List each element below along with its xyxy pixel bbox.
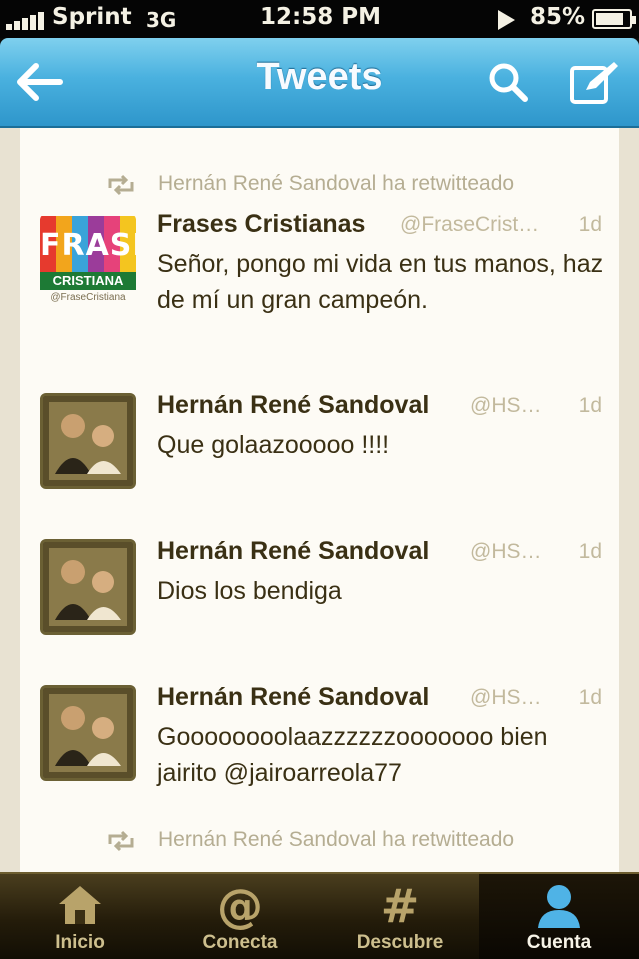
page-title: Tweets: [256, 56, 383, 98]
tweet-author[interactable]: Hernán René Sandoval: [157, 537, 429, 566]
tweet-text: Que golaazooooo !!!!: [157, 431, 390, 459]
tab-label: Descubre: [356, 932, 444, 953]
profile-photo-icon: [43, 688, 133, 778]
tweet-text: Goooooooolaazzzzzzooooooo bien jairito @…: [157, 723, 548, 787]
avatar[interactable]: FRASE CRISTIANA @FraseCristiana: [40, 214, 136, 310]
tweet-header: Hernán René Sandoval @HS… 1d: [157, 391, 602, 423]
carrier-name: Sprint: [52, 4, 132, 30]
tweet-author[interactable]: Hernán René Sandoval: [157, 391, 429, 420]
status-time: 12:58 PM: [260, 4, 381, 30]
tweet-text: Señor, pongo mi vida en tus manos, haz d…: [157, 250, 604, 314]
tab-cuenta[interactable]: Cuenta: [479, 874, 639, 959]
profile-photo-icon: [43, 396, 133, 486]
tab-conecta[interactable]: @ Conecta: [160, 874, 320, 959]
tweet-timeline[interactable]: Hernán René Sandoval ha retwitteado FRAS…: [0, 128, 639, 872]
tweet-time: 1d: [578, 686, 602, 709]
tweet-item[interactable]: Hernán René Sandoval @HS… 1d Que golaazo…: [20, 391, 619, 501]
battery-percentage: 85%: [530, 4, 586, 30]
tweet-author[interactable]: Hernán René Sandoval: [157, 683, 429, 712]
tab-label: Cuenta: [526, 932, 592, 953]
person-icon: [538, 885, 580, 928]
avatar[interactable]: [40, 393, 136, 489]
search-icon[interactable]: [486, 60, 530, 104]
tweet-handle: @HS…: [470, 686, 542, 709]
tweet-author[interactable]: Frases Cristianas: [157, 210, 365, 239]
tweet-item[interactable]: Hernán René Sandoval @HS… 1d Goooooooola…: [20, 683, 619, 813]
avatar[interactable]: [40, 539, 136, 635]
avatar[interactable]: [40, 685, 136, 781]
profile-photo-icon: [43, 542, 133, 632]
tweet-header: Hernán René Sandoval @HS… 1d: [157, 683, 602, 715]
retweet-banner-text: Hernán René Sandoval ha retwitteado: [158, 172, 515, 195]
compose-icon[interactable]: [568, 58, 620, 106]
retweet-banner-text: Hernán René Sandoval ha retwitteado: [158, 828, 515, 851]
retweet-icon: [108, 830, 134, 852]
battery-icon: [592, 9, 636, 29]
tweet-item[interactable]: Hernán René Sandoval @HS… 1d Dios los be…: [20, 537, 619, 647]
tweet-handle: @HS…: [470, 394, 542, 417]
play-icon: [498, 10, 515, 30]
logo-text: FRASE: [40, 228, 136, 263]
tweet-handle: @FraseCrist…: [400, 213, 540, 236]
logo-handle: @FraseCristiana: [50, 292, 126, 303]
tab-bar: Inicio @ Conecta # Descubre Cuenta: [0, 872, 639, 959]
tab-label: Inicio: [55, 932, 105, 953]
tab-inicio[interactable]: Inicio: [0, 874, 160, 959]
frase-cristiana-logo: FRASE CRISTIANA: [40, 216, 136, 290]
tweet-handle: @HS…: [470, 540, 542, 563]
home-icon: [59, 886, 101, 924]
tweet-time: 1d: [578, 540, 602, 563]
status-bar: Sprint 3G 12:58 PM 85%: [0, 0, 639, 38]
navigation-bar: Tweets: [0, 38, 639, 128]
retweet-icon: [108, 174, 134, 196]
tweet-text: Dios los bendiga: [157, 577, 342, 605]
at-icon: @: [217, 879, 263, 933]
hash-icon: #: [380, 879, 420, 933]
tab-label: Conecta: [202, 932, 278, 953]
tweet-item[interactable]: FRASE CRISTIANA @FraseCristiana Frases C…: [20, 210, 619, 360]
tweet-header: Hernán René Sandoval @HS… 1d: [157, 537, 602, 569]
logo-subtext: CRISTIANA: [40, 272, 136, 290]
tab-descubre[interactable]: # Descubre: [320, 874, 480, 959]
tweet-header: Frases Cristianas @FraseCrist… 1d: [157, 210, 602, 242]
tweet-time: 1d: [578, 213, 602, 236]
signal-strength-icon: [6, 12, 44, 30]
tweet-time: 1d: [578, 394, 602, 417]
network-type: 3G: [146, 8, 177, 32]
